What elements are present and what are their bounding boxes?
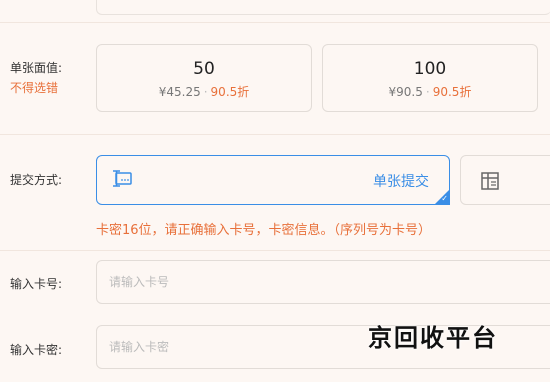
section-divider bbox=[0, 22, 550, 23]
denomination-price: ¥90.5 bbox=[388, 85, 423, 99]
denomination-option-50[interactable]: 50 ¥45.25 · 90.5折 bbox=[96, 44, 312, 112]
denomination-discount: 90.5折 bbox=[210, 85, 250, 99]
submit-method-label: 提交方式: bbox=[10, 173, 63, 187]
card-hint-text: 卡密16位，请正确输入卡号，卡密信息。（序列号为卡号） bbox=[96, 223, 432, 238]
section-divider bbox=[0, 134, 550, 135]
watermark-text: 京回收平台 bbox=[368, 323, 498, 352]
denomination-option-100[interactable]: 100 ¥90.5 · 90.5折 bbox=[322, 44, 538, 112]
single-card-icon bbox=[111, 169, 133, 193]
denomination-label: 单张面值: bbox=[10, 61, 63, 75]
denomination-price-line: ¥90.5 · 90.5折 bbox=[388, 85, 472, 99]
denomination-discount: 90.5折 bbox=[432, 85, 472, 99]
submit-method-single-label: 单张提交 bbox=[373, 174, 429, 190]
denomination-note: 不得选错 bbox=[10, 81, 59, 95]
denomination-price-line: ¥45.25 · 90.5折 bbox=[158, 85, 250, 99]
previous-section-card bbox=[96, 0, 550, 15]
denomination-price: ¥45.25 bbox=[158, 85, 201, 99]
card-number-input[interactable] bbox=[96, 260, 550, 304]
batch-card-icon bbox=[479, 170, 501, 196]
denomination-value: 50 bbox=[193, 59, 215, 79]
section-divider bbox=[0, 250, 550, 251]
denomination-value: 100 bbox=[413, 59, 447, 79]
card-number-label: 输入卡号: bbox=[10, 277, 63, 291]
submit-method-batch[interactable] bbox=[460, 155, 550, 205]
card-password-label: 输入卡密: bbox=[10, 343, 63, 357]
checkmark-icon: ✓ bbox=[441, 194, 448, 203]
submit-method-single[interactable]: 单张提交 ✓ bbox=[96, 155, 450, 205]
